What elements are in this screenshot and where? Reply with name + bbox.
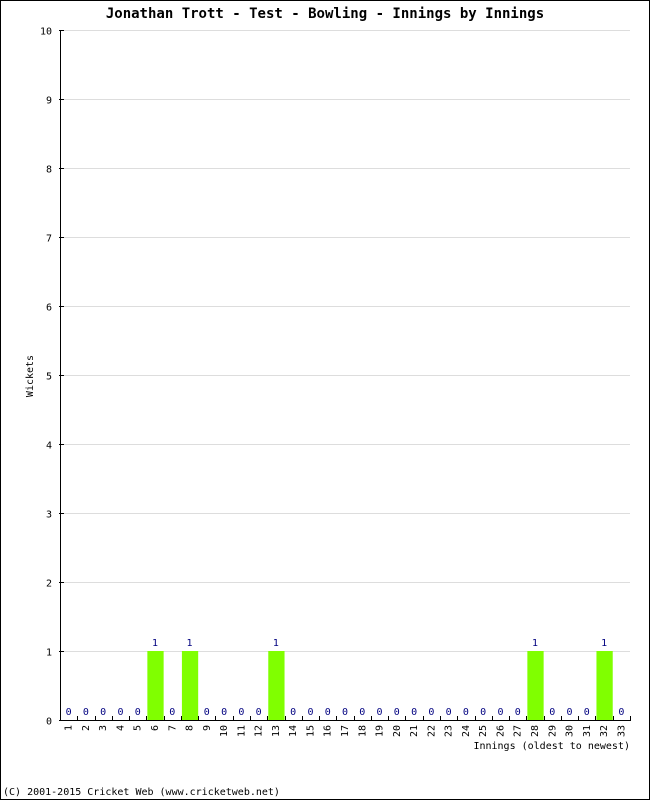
x-tick-label: 28 <box>530 725 541 737</box>
value-label: 0 <box>377 707 383 718</box>
x-tick-label: 19 <box>375 725 386 737</box>
x-tick-label: 23 <box>444 725 455 737</box>
value-label: 0 <box>135 707 141 718</box>
copyright-footer: (C) 2001-2015 Cricket Web (www.cricketwe… <box>3 787 280 798</box>
value-label: 0 <box>342 707 348 718</box>
y-tick-label: 0 <box>46 717 52 728</box>
x-tick-label: 29 <box>547 725 558 737</box>
value-label: 0 <box>169 707 175 718</box>
x-tick-label: 27 <box>513 725 524 737</box>
x-tick-label: 24 <box>461 725 472 737</box>
value-label: 0 <box>567 707 573 718</box>
x-tick-label: 2 <box>81 725 92 731</box>
value-label: 0 <box>497 707 503 718</box>
y-tick-label: 1 <box>46 648 52 659</box>
x-tick-label: 30 <box>565 725 576 737</box>
x-tick-label: 11 <box>236 725 247 737</box>
value-label: 1 <box>601 638 607 649</box>
y-tick-label: 5 <box>46 372 52 383</box>
bar <box>268 651 285 720</box>
value-label: 0 <box>290 707 296 718</box>
value-label: 0 <box>584 707 590 718</box>
chart-title: Jonathan Trott - Test - Bowling - Inning… <box>106 6 544 22</box>
x-tick-label: 5 <box>133 725 144 731</box>
y-tick-label: 4 <box>46 441 52 452</box>
x-tick-label: 7 <box>167 725 178 731</box>
x-tick-label: 32 <box>599 725 610 737</box>
x-tick-label: 16 <box>323 725 334 737</box>
value-label: 0 <box>325 707 331 718</box>
x-tick-label: 22 <box>426 725 437 737</box>
bar <box>527 651 544 720</box>
value-label: 0 <box>204 707 210 718</box>
value-label: 0 <box>515 707 521 718</box>
x-tick-label: 6 <box>150 725 161 731</box>
grid-lines <box>60 30 630 652</box>
value-label: 0 <box>117 707 123 718</box>
x-tick-label: 8 <box>185 725 196 731</box>
x-tick-label: 31 <box>582 725 593 737</box>
y-tick-label: 2 <box>46 579 52 590</box>
x-tick-label: 12 <box>254 725 265 737</box>
x-tick-label: 13 <box>271 725 282 737</box>
y-tick-label: 3 <box>46 510 52 521</box>
x-tick-label: 1 <box>64 725 75 731</box>
bar <box>147 651 164 720</box>
x-tick-label: 21 <box>409 725 420 737</box>
x-tick-label: 14 <box>288 725 299 737</box>
value-label: 1 <box>152 638 158 649</box>
x-axis-label: Innings (oldest to newest) <box>473 741 630 752</box>
value-label: 0 <box>428 707 434 718</box>
y-tick-label: 7 <box>46 234 52 245</box>
value-label: 0 <box>549 707 555 718</box>
value-label: 0 <box>480 707 486 718</box>
value-label: 0 <box>221 707 227 718</box>
value-label: 0 <box>618 707 624 718</box>
y-tick-label: 9 <box>46 96 52 107</box>
labels: 0123456789100 0 0 0 01010 0 0 010 0 0 0 0 0 0 0 0 0 0 0 0 01… <box>40 27 627 738</box>
x-tick-label: 33 <box>616 725 627 737</box>
x-tick-label: 3 <box>98 725 109 731</box>
value-label: 1 <box>187 638 193 649</box>
value-label: 0 <box>238 707 244 718</box>
x-tick-label: 17 <box>340 725 351 737</box>
x-tick-label: 15 <box>305 725 316 737</box>
value-label: 0 <box>394 707 400 718</box>
x-tick-label: 18 <box>357 725 368 737</box>
bar-chart: Jonathan Trott - Test - Bowling - Inning… <box>3 6 631 798</box>
value-label: 0 <box>359 707 365 718</box>
value-label: 0 <box>411 707 417 718</box>
value-label: 0 <box>256 707 262 718</box>
x-tick-label: 10 <box>219 725 230 737</box>
bar <box>181 651 199 720</box>
x-tick-label: 4 <box>115 725 126 731</box>
value-label: 0 <box>100 707 106 718</box>
y-tick-label: 10 <box>40 27 52 38</box>
value-label: 1 <box>273 638 279 649</box>
x-tick-label: 9 <box>202 725 213 731</box>
x-tick-label: 26 <box>495 725 506 737</box>
value-label: 0 <box>83 707 89 718</box>
value-label: 1 <box>532 638 538 649</box>
x-tick-label: 25 <box>478 725 489 737</box>
y-axis-label: Wickets <box>25 355 36 397</box>
value-label: 0 <box>66 707 72 718</box>
y-tick-label: 6 <box>46 303 52 314</box>
bar <box>596 651 613 720</box>
value-label: 0 <box>307 707 313 718</box>
value-label: 0 <box>463 707 469 718</box>
x-tick-label: 20 <box>392 725 403 737</box>
y-tick-label: 8 <box>46 165 52 176</box>
value-label: 0 <box>446 707 452 718</box>
